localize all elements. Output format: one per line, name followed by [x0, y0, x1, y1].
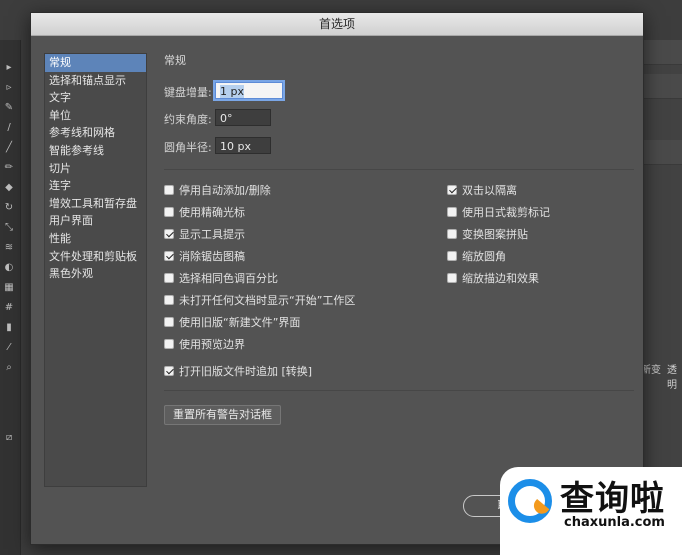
graph-tool-icon[interactable]: ▮ — [3, 322, 15, 334]
sidebar-item-guides-grid[interactable]: 参考线和网格 — [45, 124, 146, 142]
show-start-workspace-checkbox[interactable]: 未打开任何文档时显示“开始”工作区 — [164, 292, 355, 308]
keyboard-increment-label: 键盘增量: — [164, 86, 212, 99]
panel-tab-transparency[interactable]: 透明 — [667, 361, 682, 391]
checkbox-label: 选择相同色调百分比 — [179, 272, 278, 285]
checkbox-box — [447, 207, 457, 217]
panel-tab-gradient[interactable]: 新变 — [641, 361, 661, 376]
dialog-title: 首选项 — [31, 13, 643, 36]
checkbox-label: 使用精确光标 — [179, 206, 245, 219]
reset-warning-dialogs-button[interactable]: 重置所有警告对话框 — [164, 405, 281, 425]
checkbox-label: 缩放描边和效果 — [462, 272, 539, 285]
transform-pattern-tiles-checkbox[interactable]: 变换图案拼贴 — [447, 226, 528, 242]
checkbox-label: 使用预览边界 — [179, 338, 245, 351]
checkbox-label: 打开旧版文件时追加 [转换] — [179, 365, 313, 378]
preferences-dialog: 首选项 常规 选择和锚点显示 文字 单位 参考线和网格 智能参考线 切片 连字 … — [30, 12, 644, 545]
chaxunla-logo-icon — [508, 479, 552, 523]
fill-stroke-swap-icon[interactable]: ⧄ — [3, 432, 15, 444]
checkbox-label: 使用旧版“新建文件”界面 — [179, 316, 301, 329]
checkbox-box — [164, 339, 174, 349]
panel-strip — [640, 40, 682, 65]
checkbox-box — [447, 185, 457, 195]
select-same-tint-checkbox[interactable]: 选择相同色调百分比 — [164, 270, 278, 286]
rotate-tool-icon[interactable]: ↻ — [3, 202, 15, 214]
preferences-category-list: 常规 选择和锚点显示 文字 单位 参考线和网格 智能参考线 切片 连字 增效工具… — [44, 53, 147, 487]
direct-selection-tool-icon[interactable]: ▹ — [3, 82, 15, 94]
append-convert-legacy-checkbox[interactable]: 打开旧版文件时追加 [转换] — [164, 363, 312, 379]
watermark-url: chaxunla.com — [564, 515, 665, 530]
keyboard-increment-value: 1 px — [220, 85, 244, 98]
checkbox-label: 消除锯齿图稿 — [179, 250, 245, 263]
scale-strokes-effects-checkbox[interactable]: 缩放描边和效果 — [447, 270, 539, 286]
sidebar-item-performance[interactable]: 性能 — [45, 230, 146, 248]
sidebar-item-slices[interactable]: 切片 — [45, 160, 146, 178]
japanese-crop-marks-checkbox[interactable]: 使用日式裁剪标记 — [447, 204, 550, 220]
keyboard-increment-input[interactable]: 1 px — [215, 82, 283, 99]
panel-strip — [640, 74, 682, 99]
line-tool-icon[interactable]: / — [3, 122, 15, 134]
checkbox-label: 停用自动添加/删除 — [179, 184, 271, 197]
constrain-angle-input[interactable]: 0° — [215, 109, 271, 126]
checkbox-box — [164, 366, 174, 376]
pen-tool-icon[interactable]: ✎ — [3, 102, 15, 114]
checkbox-box — [164, 273, 174, 283]
sidebar-item-hyphenation[interactable]: 连字 — [45, 177, 146, 195]
use-precise-cursors-checkbox[interactable]: 使用精确光标 — [164, 204, 245, 220]
eraser-tool-icon[interactable]: ◆ — [3, 182, 15, 194]
use-preview-bounds-checkbox[interactable]: 使用预览边界 — [164, 336, 245, 352]
checkbox-label: 双击以隔离 — [462, 184, 517, 197]
checkbox-label: 缩放圆角 — [462, 250, 506, 263]
scale-corners-checkbox[interactable]: 缩放圆角 — [447, 248, 506, 264]
pencil-tool-icon[interactable]: ✏ — [3, 162, 15, 174]
sidebar-item-smart-guides[interactable]: 智能参考线 — [45, 142, 146, 160]
checkbox-label: 未打开任何文档时显示“开始”工作区 — [179, 294, 356, 307]
checkbox-box — [447, 273, 457, 283]
sidebar-item-plugins-scratch-disks[interactable]: 增效工具和暂存盘 — [45, 195, 146, 213]
checkbox-box — [164, 251, 174, 261]
zoom-tool-icon[interactable]: ⌕ — [3, 362, 15, 374]
shape-builder-tool-icon[interactable]: ◐ — [3, 262, 15, 274]
checkbox-box — [164, 295, 174, 305]
checkbox-label: 变换图案拼贴 — [462, 228, 528, 241]
sidebar-item-appearance-of-black[interactable]: 黑色外观 — [45, 265, 146, 283]
selection-tool-icon[interactable]: ▸ — [3, 62, 15, 74]
brush-tool-icon[interactable]: ╱ — [3, 142, 15, 154]
watermark-text: 查询啦 — [560, 479, 665, 519]
watermark: 查询啦 chaxunla.com — [500, 467, 682, 555]
scale-tool-icon[interactable]: ⤡ — [3, 222, 15, 234]
tools-panel: ▸ ▹ ✎ / ╱ ✏ ◆ ↻ ⤡ ≋ ◐ ▦ # ▮ ⁄ ⌕ ⧄ — [0, 40, 21, 555]
checkbox-box — [164, 207, 174, 217]
section-divider — [164, 169, 634, 170]
constrain-angle-label: 约束角度: — [164, 113, 212, 126]
sidebar-item-units[interactable]: 单位 — [45, 107, 146, 125]
show-tool-tips-checkbox[interactable]: 显示工具提示 — [164, 226, 245, 242]
double-click-isolate-checkbox[interactable]: 双击以隔离 — [447, 182, 517, 198]
warp-tool-icon[interactable]: ≋ — [3, 242, 15, 254]
sidebar-item-user-interface[interactable]: 用户界面 — [45, 212, 146, 230]
checkbox-box — [164, 229, 174, 239]
sidebar-item-type[interactable]: 文字 — [45, 89, 146, 107]
section-divider — [164, 390, 634, 391]
eyedropper-tool-icon[interactable]: ⁄ — [3, 342, 15, 354]
sidebar-item-general[interactable]: 常规 — [45, 54, 146, 72]
anti-aliased-artwork-checkbox[interactable]: 消除锯齿图稿 — [164, 248, 245, 264]
section-title: 常规 — [164, 54, 186, 67]
corner-radius-input[interactable]: 10 px — [215, 137, 271, 154]
disable-auto-add-delete-checkbox[interactable]: 停用自动添加/删除 — [164, 182, 271, 198]
checkbox-box — [164, 317, 174, 327]
sidebar-item-selection-anchor-display[interactable]: 选择和锚点显示 — [45, 72, 146, 90]
general-settings-panel: 常规 键盘增量: 1 px 约束角度: 0° 圆角半径: 10 px 停用自动添… — [164, 52, 634, 492]
checkbox-label: 显示工具提示 — [179, 228, 245, 241]
corner-radius-label: 圆角半径: — [164, 141, 212, 154]
mesh-tool-icon[interactable]: # — [3, 302, 15, 314]
checkbox-box — [164, 185, 174, 195]
checkbox-box — [447, 251, 457, 261]
legacy-new-document-checkbox[interactable]: 使用旧版“新建文件”界面 — [164, 314, 300, 330]
sidebar-item-file-handling-clipboard[interactable]: 文件处理和剪贴板 — [45, 248, 146, 266]
checkbox-label: 使用日式裁剪标记 — [462, 206, 550, 219]
perspective-tool-icon[interactable]: ▦ — [3, 282, 15, 294]
checkbox-box — [447, 229, 457, 239]
panel-strip — [640, 140, 682, 165]
